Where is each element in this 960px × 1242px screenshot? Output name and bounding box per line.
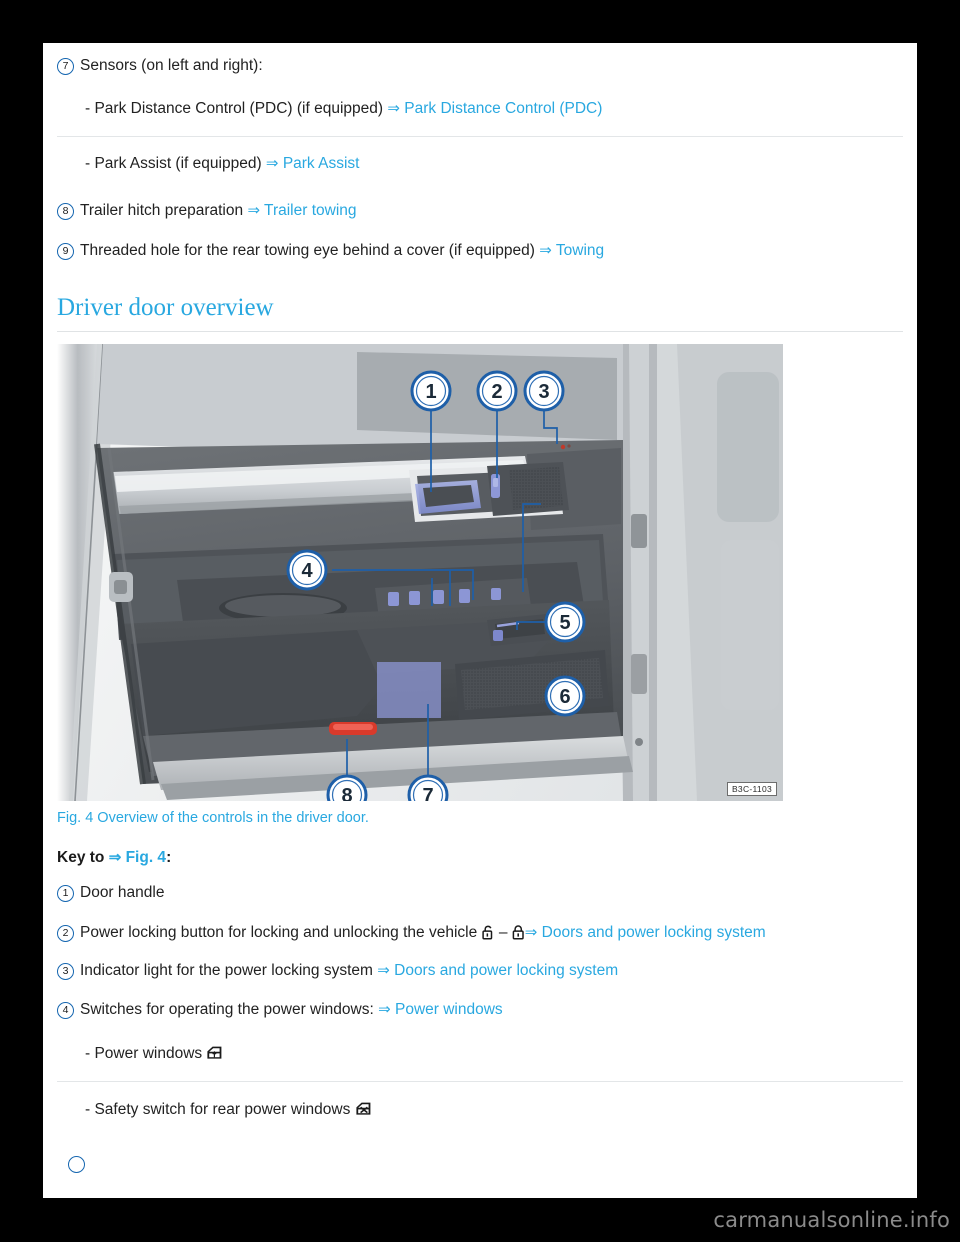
svg-text:2: 2 — [491, 381, 502, 403]
link-doors-and-power-locking-system[interactable]: Doors and power locking system — [394, 962, 618, 979]
key-item-text: Power locking button for locking and unl… — [80, 924, 478, 942]
callout-number: 1 — [57, 885, 74, 903]
key-item-8: 8 Trailer hitch preparation ⇒ Trailer to… — [57, 200, 903, 222]
key-item-label: Threaded hole for the rear towing eye be… — [80, 240, 903, 262]
subitem-text: - Park Assist (if equipped) — [85, 154, 262, 172]
driver-door-illustration: 1 2 3 4 5 6 7 8 — [57, 344, 783, 802]
key-item-label: Indicator light for the power locking sy… — [80, 960, 903, 982]
key-heading-suffix: : — [166, 849, 172, 867]
section-heading: Driver door overview — [57, 294, 274, 322]
key-subitem-power-windows: - Power windows — [57, 1043, 903, 1065]
link-doors-and-power-locking-system[interactable]: Doors and power locking system — [542, 924, 766, 941]
key-item-text: Indicator light for the power locking sy… — [80, 962, 373, 980]
key-item-label: Power locking button for locking and unl… — [80, 922, 903, 944]
callout-number: 4 — [57, 1002, 74, 1020]
svg-text:3: 3 — [538, 381, 549, 403]
link-fig-4[interactable]: Fig. 4 — [126, 849, 166, 866]
svg-text:7: 7 — [422, 785, 433, 801]
link-towing[interactable]: Towing — [556, 242, 604, 259]
key-item-text: Threaded hole for the rear towing eye be… — [80, 242, 535, 260]
key-subitem-pdc: - Park Distance Control (PDC) (if equipp… — [57, 98, 903, 120]
link-park-assist[interactable]: Park Assist — [283, 155, 360, 172]
icon-separator: – — [498, 924, 508, 942]
link-park-distance-control[interactable]: Park Distance Control (PDC) — [404, 100, 602, 117]
svg-text:1: 1 — [425, 381, 436, 403]
callout-number: 9 — [57, 243, 74, 261]
screenshot-frame: 7 Sensors (on left and right): - Park Di… — [0, 0, 960, 1242]
key-item-text: Switches for operating the power windows… — [80, 1001, 374, 1019]
arrow-icon: ⇒ — [247, 202, 261, 220]
key-item-9: 9 Threaded hole for the rear towing eye … — [57, 240, 903, 262]
subitem-text: - Power windows — [85, 1045, 203, 1063]
svg-text:4: 4 — [301, 560, 313, 582]
link-power-windows[interactable]: Power windows — [395, 1001, 503, 1018]
svg-text:5: 5 — [559, 612, 570, 634]
key-heading-prefix: Key to — [57, 849, 105, 867]
key-item-3: 3 Indicator light for the power locking … — [57, 960, 903, 982]
arrow-icon: ⇒ — [377, 962, 390, 980]
arrow-icon: ⇒ — [539, 242, 552, 260]
key-subitem-safety-switch: - Safety switch for rear power windows — [57, 1099, 903, 1121]
power-window-icon — [206, 1045, 224, 1061]
site-watermark: carmanualsonline.info — [713, 1208, 950, 1232]
figure-caption: Fig. 4 Overview of the controls in the d… — [57, 810, 369, 827]
svg-text:6: 6 — [559, 686, 570, 708]
padlock-open-icon — [481, 925, 495, 940]
figure-driver-door: 1 2 3 4 5 6 7 8 B3C-1103 — [57, 344, 783, 802]
svg-text:8: 8 — [341, 785, 352, 801]
key-item-1: 1 Door handle — [57, 882, 903, 904]
arrow-icon: ⇒ — [265, 154, 279, 172]
arrow-icon: ⇒ — [524, 924, 538, 942]
key-item-label: Sensors (on left and right): — [80, 57, 263, 74]
key-item-label: Door handle — [80, 884, 165, 902]
key-item-2: 2 Power locking button for locking and u… — [57, 922, 903, 944]
callout-number: 3 — [57, 963, 74, 981]
callout-number: 2 — [57, 925, 74, 943]
callout-number-partial — [68, 1155, 85, 1173]
figure-code: B3C-1103 — [726, 782, 777, 797]
callout-number: 8 — [57, 203, 74, 221]
power-window-disabled-icon — [355, 1101, 373, 1117]
key-item-label: Switches for operating the power windows… — [80, 999, 903, 1021]
arrow-icon: ⇒ — [108, 849, 122, 867]
callout-number: 7 — [57, 58, 74, 75]
arrow-icon: ⇒ — [378, 1001, 391, 1019]
key-item-label: Trailer hitch preparation ⇒ Trailer towi… — [80, 200, 903, 222]
arrow-icon: ⇒ — [387, 100, 400, 117]
heading-rule — [57, 331, 903, 333]
manual-page: 7 Sensors (on left and right): - Park Di… — [43, 43, 917, 1198]
link-trailer-towing[interactable]: Trailer towing — [264, 202, 356, 219]
subitem-text: - Park Distance Control (PDC) (if equipp… — [85, 100, 384, 117]
key-item-4: 4 Switches for operating the power windo… — [57, 999, 903, 1021]
key-item-text: Trailer hitch preparation — [80, 202, 244, 220]
padlock-closed-icon — [512, 925, 525, 940]
key-heading: Key to ⇒ Fig. 4: — [57, 848, 903, 867]
subitem-text: - Safety switch for rear power windows — [85, 1101, 351, 1119]
key-item-7: 7 Sensors (on left and right): — [57, 55, 903, 77]
key-subitem-park-assist: - Park Assist (if equipped) ⇒ Park Assis… — [57, 153, 903, 175]
